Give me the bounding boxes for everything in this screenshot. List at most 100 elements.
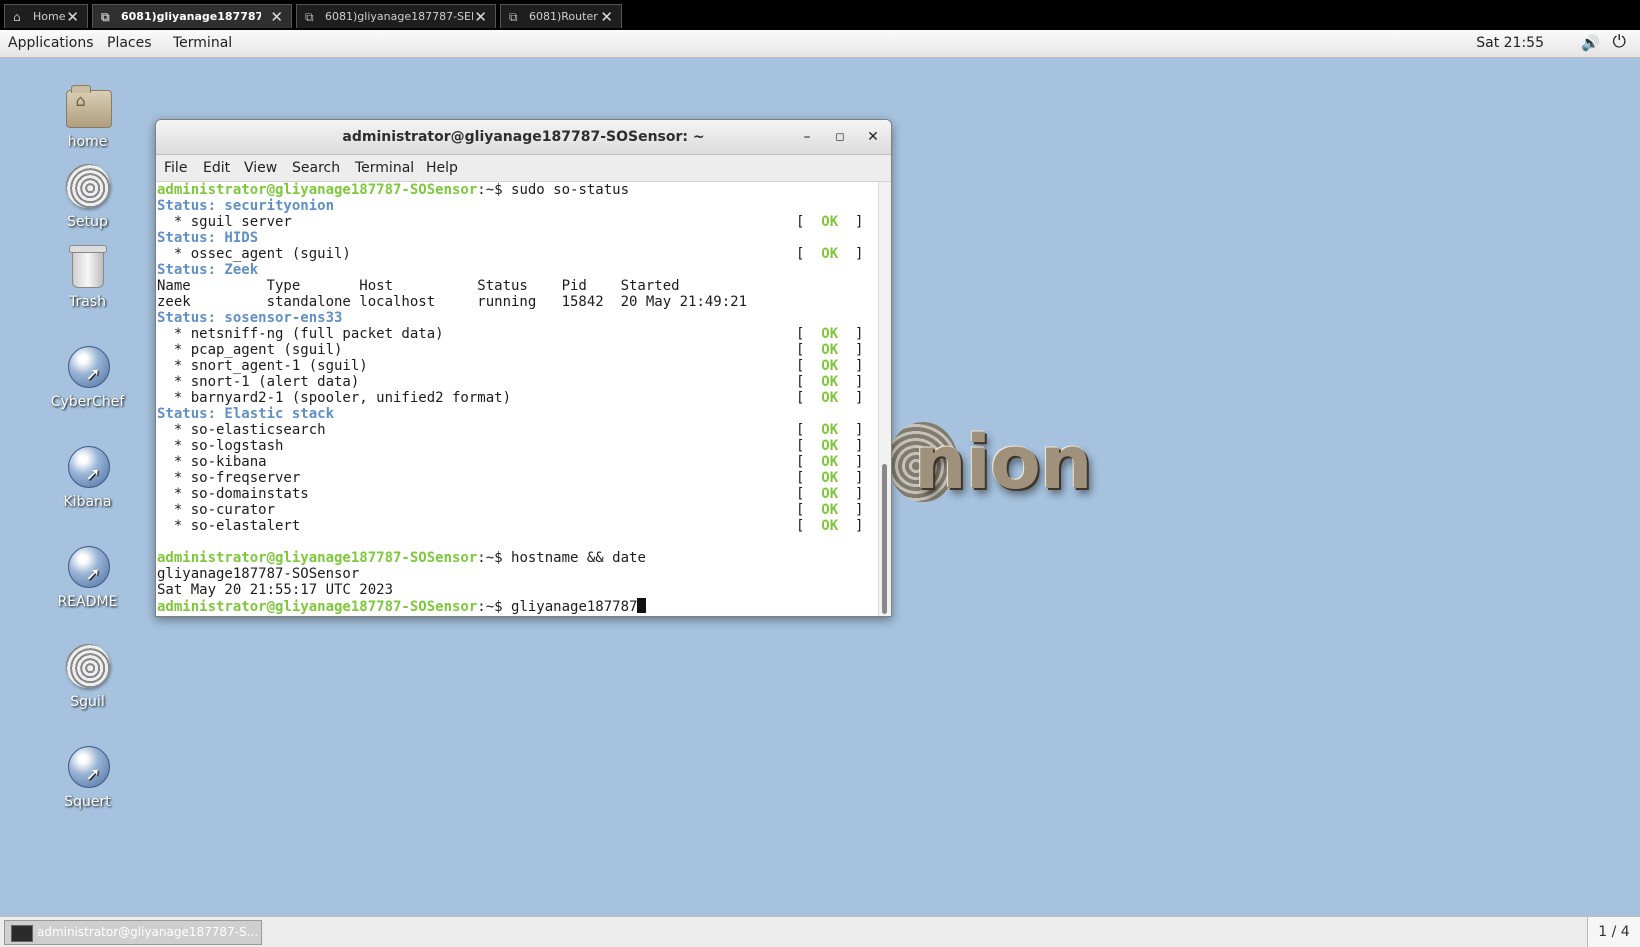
- desktop-icon-label: home: [67, 134, 108, 150]
- command-output: gliyanage187787-SOSensor: [157, 566, 360, 582]
- ok-status: [ OK ]: [796, 422, 864, 438]
- desktop-icon-label: Sguil: [70, 694, 105, 710]
- remote-desktop-icon: ⧉: [509, 10, 518, 24]
- power-icon[interactable]: ⏻: [1613, 32, 1626, 52]
- service-line: * so-elastalert: [157, 518, 301, 534]
- onion-swirl-icon: [64, 162, 112, 210]
- zeek-table-row: zeek standalone localhost running 15842 …: [157, 294, 748, 310]
- menu-search[interactable]: Search: [292, 160, 340, 176]
- close-icon[interactable]: ✕: [600, 5, 613, 29]
- globe-shortcut-icon: ➚: [64, 442, 112, 490]
- desktop-icon-squert[interactable]: ➚ Squert: [40, 742, 135, 810]
- tab-label: Home: [33, 10, 66, 23]
- window-titlebar[interactable]: administrator@gliyanage187787-SOSensor: …: [156, 120, 891, 155]
- service-line: * so-kibana: [157, 454, 267, 470]
- desktop-icon-label: README: [57, 594, 118, 610]
- menu-help[interactable]: Help: [426, 160, 458, 176]
- terminal-line: administrator@gliyanage187787-SOSensor:~…: [157, 182, 630, 198]
- desktop-icon-setup[interactable]: Setup: [40, 162, 135, 230]
- folder-icon: ⌂: [64, 82, 112, 130]
- desktop-icon-readme[interactable]: ➚ README: [40, 542, 135, 610]
- service-line: * ossec_agent (sguil): [157, 246, 351, 262]
- ok-status: [ OK ]: [796, 486, 864, 502]
- applications-menu[interactable]: Applications: [8, 35, 94, 51]
- places-menu[interactable]: Places: [107, 35, 152, 51]
- close-icon[interactable]: ✕: [474, 5, 487, 29]
- terminal-line: administrator@gliyanage187787-SOSensor:~…: [157, 550, 646, 566]
- status-heading: Status: HIDS: [157, 230, 259, 246]
- desktop-icon-sguil[interactable]: Sguil: [40, 642, 135, 710]
- maximize-button[interactable]: ◻: [829, 126, 851, 148]
- tab-label: 6081)gliyanage187787-SO: [121, 10, 261, 23]
- command-output: Sat May 20 21:55:17 UTC 2023: [157, 582, 394, 598]
- desktop-icon-home[interactable]: ⌂ home: [40, 82, 135, 150]
- home-icon: ⌂: [13, 10, 21, 24]
- volume-icon[interactable]: 🔊: [1581, 34, 1600, 52]
- terminal-window[interactable]: administrator@gliyanage187787-SOSensor: …: [155, 119, 892, 617]
- status-heading: Status: Elastic stack: [157, 406, 335, 422]
- service-line: * sguil server: [157, 214, 292, 230]
- scrollbar-thumb[interactable]: [882, 464, 887, 614]
- terminal-menubar: File Edit View Search Terminal Help: [156, 155, 891, 182]
- taskbar-window-label: administrator@gliyanage187787-S...: [37, 925, 257, 939]
- workspace-pager[interactable]: 1 / 4: [1587, 917, 1640, 947]
- wallpaper-logo-text: nion: [914, 420, 1093, 506]
- ok-status: [ OK ]: [796, 342, 864, 358]
- menu-file[interactable]: File: [164, 160, 187, 176]
- desktop-icon-label: CyberChef: [50, 394, 125, 410]
- command-text: sudo so-status: [511, 182, 630, 198]
- menu-edit[interactable]: Edit: [203, 160, 230, 176]
- taskbar-window-button[interactable]: administrator@gliyanage187787-S...: [4, 920, 262, 945]
- text-cursor: [637, 598, 647, 613]
- service-line: * netsniff-ng (full packet data): [157, 326, 444, 342]
- menu-view[interactable]: View: [244, 160, 277, 176]
- ok-status: [ OK ]: [796, 454, 864, 470]
- security-onion-wallpaper-logo: nion: [888, 400, 1108, 520]
- minimize-button[interactable]: –: [796, 126, 818, 148]
- status-heading: Status: sosensor-ens33: [157, 310, 343, 326]
- ok-status: [ OK ]: [796, 374, 864, 390]
- tab-router[interactable]: ⧉ 6081)Router ✕: [500, 4, 622, 28]
- ok-status: [ OK ]: [796, 502, 864, 518]
- trash-icon: [64, 242, 112, 290]
- ok-status: [ OK ]: [796, 518, 864, 534]
- service-line: * so-freqserver: [157, 470, 301, 486]
- terminal-scrollbar[interactable]: [878, 182, 891, 616]
- bottom-taskbar: administrator@gliyanage187787-S... 1 / 4: [0, 916, 1640, 947]
- ok-status: [ OK ]: [796, 438, 864, 454]
- desktop-icon-kibana[interactable]: ➚ Kibana: [40, 442, 135, 510]
- remote-desktop-icon: ⧉: [305, 10, 314, 24]
- terminal-menu[interactable]: Terminal: [173, 35, 232, 51]
- terminal-icon: [11, 925, 33, 942]
- tab-gliyanage-so[interactable]: ⧉ 6081)gliyanage187787-SO ✕: [92, 4, 292, 28]
- tab-label: 6081)Router: [529, 10, 598, 23]
- desktop-icon-label: Trash: [69, 294, 106, 310]
- status-heading: Status: Zeek: [157, 262, 259, 278]
- desktop-icon-label: Kibana: [63, 494, 112, 510]
- desktop-icon-cyberchef[interactable]: ➚ CyberChef: [40, 342, 135, 410]
- menu-terminal[interactable]: Terminal: [355, 160, 414, 176]
- service-line: * snort-1 (alert data): [157, 374, 360, 390]
- globe-shortcut-icon: ➚: [64, 542, 112, 590]
- desktop-icon-trash[interactable]: Trash: [40, 242, 135, 310]
- close-button[interactable]: ✕: [862, 126, 884, 148]
- close-icon[interactable]: ✕: [66, 5, 79, 29]
- remote-desktop-icon: ⧉: [101, 10, 110, 24]
- service-line: * so-domainstats: [157, 486, 309, 502]
- service-line: * so-logstash: [157, 438, 284, 454]
- ok-status: [ OK ]: [796, 214, 864, 230]
- terminal-output[interactable]: administrator@gliyanage187787-SOSensor:~…: [156, 182, 879, 616]
- shell-prompt: administrator@gliyanage187787-SOSensor: [157, 599, 478, 615]
- browser-tab-bar: ⌂ Home ✕ ⧉ 6081)gliyanage187787-SO ✕ ⧉ 6…: [0, 0, 1640, 30]
- shell-prompt: administrator@gliyanage187787-SOSensor: [157, 182, 478, 198]
- tab-gliyanage-server[interactable]: ⧉ 6081)gliyanage187787-SERVER ✕: [296, 4, 496, 28]
- clock[interactable]: Sat 21:55: [1476, 35, 1544, 51]
- ok-status: [ OK ]: [796, 358, 864, 374]
- close-icon[interactable]: ✕: [270, 5, 283, 29]
- ok-status: [ OK ]: [796, 246, 864, 262]
- service-line: * barnyard2-1 (spooler, unified2 format): [157, 390, 512, 406]
- command-text: gliyanage187787: [511, 599, 638, 615]
- tab-home[interactable]: ⌂ Home ✕: [4, 4, 88, 28]
- onion-swirl-icon: [64, 642, 112, 690]
- service-line: * so-elasticsearch: [157, 422, 326, 438]
